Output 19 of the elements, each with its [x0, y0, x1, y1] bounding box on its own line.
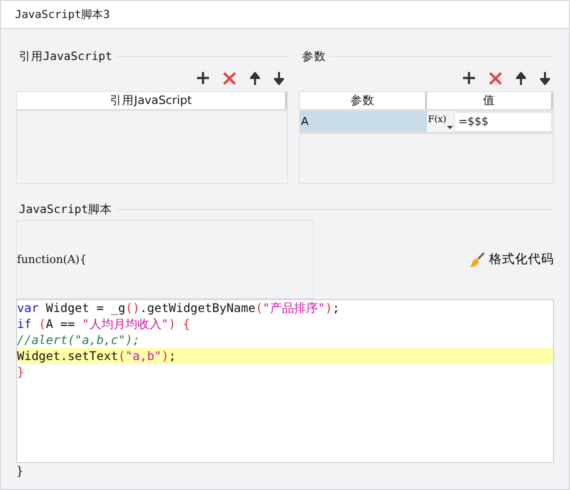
format-code-button[interactable]: 格式化代码: [469, 251, 554, 268]
code-line: var Widget = _g().getWidgetByName("产品排序");: [17, 300, 341, 316]
closing-brace: }: [16, 464, 25, 478]
parameter-name-cell[interactable]: A: [300, 111, 427, 132]
section-title: JavaScript脚本: [19, 202, 112, 217]
code-line: if (A == "人均月均收入") {: [17, 316, 192, 332]
section-title: 参数: [302, 49, 326, 64]
function-signature: function(A){: [17, 253, 87, 266]
code-line: }: [17, 364, 26, 380]
formula-button[interactable]: F(x): [427, 111, 454, 132]
code-editor[interactable]: var Widget = _g().getWidgetByName("产品排序"); if (A == "人均月均收入") { //alert("a,b,c"); Widget.setText("a,b"); }: [16, 299, 554, 463]
code-line: //alert("a,b,c");: [17, 332, 141, 348]
column-header[interactable]: 值: [426, 92, 553, 109]
section-title: 引用JavaScript: [19, 49, 112, 64]
column-header[interactable]: 引用JavaScript: [17, 92, 287, 109]
broom-icon: [469, 252, 485, 268]
column-header[interactable]: 参数: [300, 92, 426, 109]
value-field[interactable]: =$$$: [455, 113, 551, 131]
window-title: JavaScript脚本3: [15, 7, 110, 22]
